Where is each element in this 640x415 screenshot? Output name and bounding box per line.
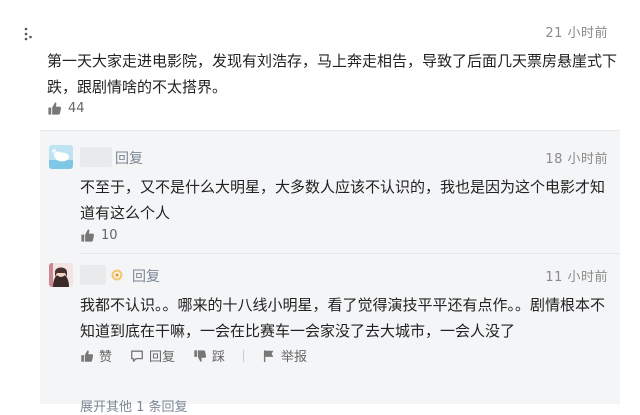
like-count: 44 — [68, 101, 85, 116]
comment-icon — [131, 350, 143, 362]
thumbs-down-icon — [194, 349, 207, 362]
reply-button[interactable]: 回复 — [130, 346, 175, 365]
reply-text: 我都不认识。。哪来的十八线小明星，看了觉得演技平平还有点作。。剧情根本不知道到底… — [80, 296, 606, 340]
medal-badge-icon — [111, 269, 123, 281]
avatar-image — [49, 145, 73, 169]
reply-text: 不至于，又不是什么大明星，大多数人应该不认识的，我也是因为这个电影才知道有这么个… — [80, 178, 606, 222]
reply-link[interactable]: 回复 — [132, 266, 160, 286]
comment-text: 第一天大家走进电影院，发现有刘浩存，马上奔走相告，导致了后面几天票房悬崖式下跌，… — [47, 52, 618, 96]
comment-timestamp: 21 小时前 — [545, 26, 608, 41]
thumbs-up-icon — [81, 349, 94, 362]
report-label: 举报 — [281, 350, 308, 365]
avatar[interactable] — [49, 145, 73, 169]
username[interactable] — [80, 265, 106, 285]
action-separator — [243, 349, 245, 362]
reply-item: 回复 18 小时前 不至于，又不是什么大明星，大多数人应该不认识的，我也是因为这… — [40, 143, 620, 253]
like-label: 赞 — [99, 350, 113, 365]
replies-section: 回复 18 小时前 不至于，又不是什么大明星，大多数人应该不认识的，我也是因为这… — [40, 130, 620, 415]
dislike-button[interactable]: 踩 — [193, 346, 225, 365]
avatar[interactable] — [49, 263, 73, 287]
report-button[interactable]: 举报 — [262, 346, 307, 365]
flag-icon — [263, 349, 274, 362]
thumbs-up-icon — [48, 102, 62, 115]
username[interactable] — [80, 147, 112, 167]
like-button[interactable]: 10 — [80, 228, 118, 243]
avatar-image — [49, 263, 73, 287]
reply-label: 回复 — [149, 350, 176, 365]
dislike-label: 踩 — [212, 350, 226, 365]
like-button[interactable]: 44 — [47, 101, 85, 116]
reply-item: 回复 11 小时前 我都不认识。。哪来的十八线小明星，看了觉得演技平平还有点作。… — [40, 261, 620, 371]
main-comment: 21 小时前 第一天大家走进电影院，发现有刘浩存，马上奔走相告，导致了后面几天票… — [0, 0, 640, 130]
expand-replies-link[interactable]: 展开其他 1 条回复 — [80, 396, 188, 415]
reply-action-bar: 赞 回复 踩 举报 — [80, 346, 325, 365]
like-button[interactable]: 赞 — [80, 346, 112, 365]
thumbs-up-icon — [81, 229, 95, 242]
more-options-icon[interactable] — [22, 27, 34, 41]
reply-timestamp: 18 小时前 — [545, 152, 608, 167]
reply-timestamp: 11 小时前 — [545, 270, 608, 285]
reply-link[interactable]: 回复 — [115, 148, 143, 168]
divider — [80, 253, 620, 254]
like-count: 10 — [101, 228, 118, 243]
